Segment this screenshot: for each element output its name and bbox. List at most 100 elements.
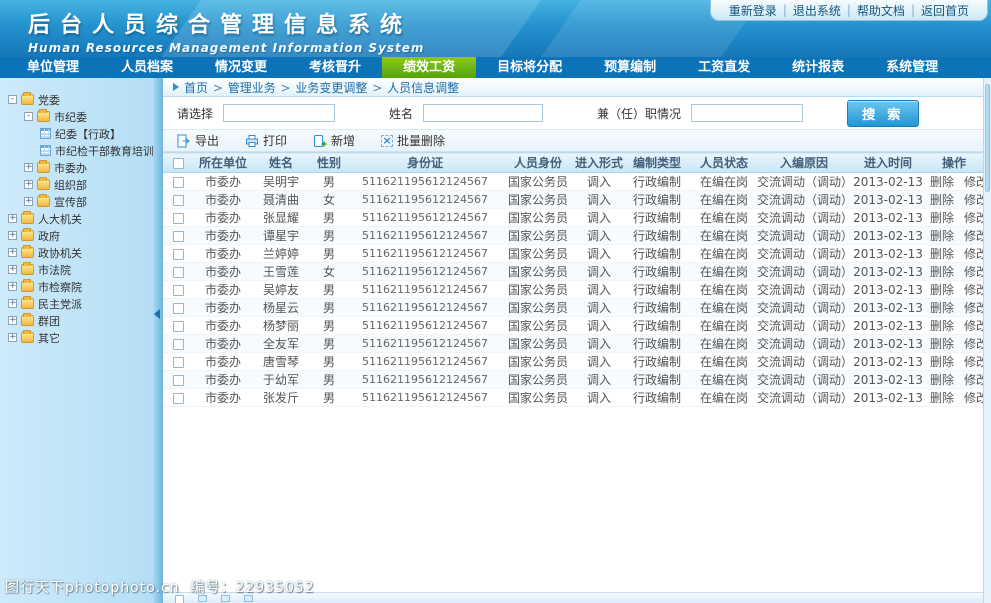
edit-link[interactable]: 修改: [959, 247, 983, 261]
expand-toggle-icon[interactable]: +: [8, 248, 17, 257]
edit-link[interactable]: 修改: [959, 175, 983, 189]
edit-link[interactable]: 修改: [959, 355, 983, 369]
scrollbar-thumb[interactable]: [985, 84, 990, 192]
row-checkbox[interactable]: [173, 249, 184, 260]
select-filter-input[interactable]: [223, 104, 335, 122]
row-checkbox[interactable]: [173, 339, 184, 350]
row-checkbox[interactable]: [173, 177, 184, 188]
vertical-scrollbar[interactable]: [983, 78, 991, 603]
footer-select-all-checkbox[interactable]: [175, 595, 184, 603]
tree-node-7[interactable]: +宣传部: [0, 193, 153, 210]
search-button[interactable]: 搜 索: [847, 100, 919, 127]
nav-item-3[interactable]: 情况变更: [194, 57, 288, 78]
breadcrumb-item-3[interactable]: 业务变更调整: [295, 81, 367, 95]
tree-node-2[interactable]: -市纪委: [0, 108, 153, 125]
row-checkbox[interactable]: [173, 393, 184, 404]
tree-node-9[interactable]: +政府: [0, 227, 153, 244]
expand-toggle-icon[interactable]: +: [8, 282, 17, 291]
delete-link[interactable]: 删除: [925, 283, 959, 297]
quick-link-2[interactable]: 退出系统: [787, 2, 847, 19]
edit-link[interactable]: 修改: [959, 193, 983, 207]
expand-toggle-icon[interactable]: +: [8, 333, 17, 342]
nav-item-1[interactable]: 单位管理: [6, 57, 100, 78]
nav-item-2[interactable]: 人员档案: [100, 57, 194, 78]
delete-link[interactable]: 删除: [925, 391, 959, 405]
tree-node-15[interactable]: +其它: [0, 329, 153, 346]
nav-item-8[interactable]: 工资直发: [677, 57, 771, 78]
breadcrumb-item-1[interactable]: 首页: [184, 81, 208, 95]
quick-link-1[interactable]: 重新登录: [723, 2, 783, 19]
select-all-checkbox[interactable]: [173, 158, 184, 169]
expand-toggle-icon[interactable]: +: [24, 163, 33, 172]
edit-link[interactable]: 修改: [959, 337, 983, 351]
tree-node-14[interactable]: +群团: [0, 312, 153, 329]
delete-link[interactable]: 删除: [925, 265, 959, 279]
cell-gender: 男: [309, 281, 349, 299]
row-checkbox[interactable]: [173, 375, 184, 386]
delete-link[interactable]: 删除: [925, 355, 959, 369]
delete-link[interactable]: 删除: [925, 229, 959, 243]
row-checkbox[interactable]: [173, 357, 184, 368]
expand-toggle-icon[interactable]: +: [8, 231, 17, 240]
delete-link[interactable]: 删除: [925, 337, 959, 351]
delete-link[interactable]: 删除: [925, 319, 959, 333]
quick-link-3[interactable]: 帮助文档: [851, 2, 911, 19]
tree-node-4[interactable]: 市纪检干部教育培训中心: [0, 142, 153, 159]
collapse-toggle-icon[interactable]: -: [24, 112, 33, 121]
delete-link[interactable]: 删除: [925, 373, 959, 387]
edit-link[interactable]: 修改: [959, 229, 983, 243]
edit-link[interactable]: 修改: [959, 265, 983, 279]
edit-link[interactable]: 修改: [959, 211, 983, 225]
tree-node-5[interactable]: +市委办: [0, 159, 153, 176]
expand-toggle-icon[interactable]: +: [8, 214, 17, 223]
tree-node-3[interactable]: 纪委【行政】: [0, 125, 153, 142]
nav-item-6[interactable]: 目标将分配: [476, 57, 583, 78]
name-filter-input[interactable]: [423, 104, 543, 122]
breadcrumb-item-4[interactable]: 人员信息调整: [387, 81, 459, 95]
table-row: 市委办杨星云男511621195612124567国家公务员调入行政编制在编在岗…: [163, 299, 983, 317]
row-checkbox[interactable]: [173, 303, 184, 314]
print-button[interactable]: 打印: [245, 132, 287, 149]
edit-link[interactable]: 修改: [959, 283, 983, 297]
row-checkbox[interactable]: [173, 195, 184, 206]
expand-toggle-icon[interactable]: +: [24, 180, 33, 189]
batch-delete-button[interactable]: × 批量删除: [381, 132, 445, 149]
tree-node-1[interactable]: -党委: [0, 91, 153, 108]
job-filter-input[interactable]: [691, 104, 803, 122]
tree-node-11[interactable]: +市法院: [0, 261, 153, 278]
row-checkbox[interactable]: [173, 267, 184, 278]
edit-link[interactable]: 修改: [959, 391, 983, 405]
nav-item-7[interactable]: 预算编制: [583, 57, 677, 78]
nav-item-9[interactable]: 统计报表: [771, 57, 865, 78]
expand-toggle-icon[interactable]: +: [8, 265, 17, 274]
add-button[interactable]: 新增: [313, 132, 355, 149]
row-checkbox[interactable]: [173, 213, 184, 224]
collapse-toggle-icon[interactable]: -: [8, 95, 17, 104]
delete-link[interactable]: 删除: [925, 301, 959, 315]
delete-link[interactable]: 删除: [925, 193, 959, 207]
row-checkbox[interactable]: [173, 231, 184, 242]
collapse-arrow-icon[interactable]: [154, 309, 160, 319]
expand-toggle-icon[interactable]: +: [8, 299, 17, 308]
expand-toggle-icon[interactable]: +: [24, 197, 33, 206]
nav-item-5[interactable]: 绩效工资: [382, 57, 476, 78]
edit-link[interactable]: 修改: [959, 319, 983, 333]
quick-link-4[interactable]: 返回首页: [915, 2, 975, 19]
tree-node-10[interactable]: +政协机关: [0, 244, 153, 261]
delete-link[interactable]: 删除: [925, 247, 959, 261]
breadcrumb-item-2[interactable]: 管理业务: [228, 81, 276, 95]
nav-item-4[interactable]: 考核晋升: [288, 57, 382, 78]
nav-item-10[interactable]: 系统管理: [865, 57, 959, 78]
tree-node-13[interactable]: +民主党派: [0, 295, 153, 312]
row-checkbox[interactable]: [173, 285, 184, 296]
edit-link[interactable]: 修改: [959, 301, 983, 315]
tree-node-12[interactable]: +市检察院: [0, 278, 153, 295]
row-checkbox[interactable]: [173, 321, 184, 332]
delete-link[interactable]: 删除: [925, 211, 959, 225]
export-button[interactable]: 导出: [177, 132, 219, 149]
delete-link[interactable]: 删除: [925, 175, 959, 189]
edit-link[interactable]: 修改: [959, 373, 983, 387]
expand-toggle-icon[interactable]: +: [8, 316, 17, 325]
tree-node-8[interactable]: +人大机关: [0, 210, 153, 227]
tree-node-6[interactable]: +组织部: [0, 176, 153, 193]
